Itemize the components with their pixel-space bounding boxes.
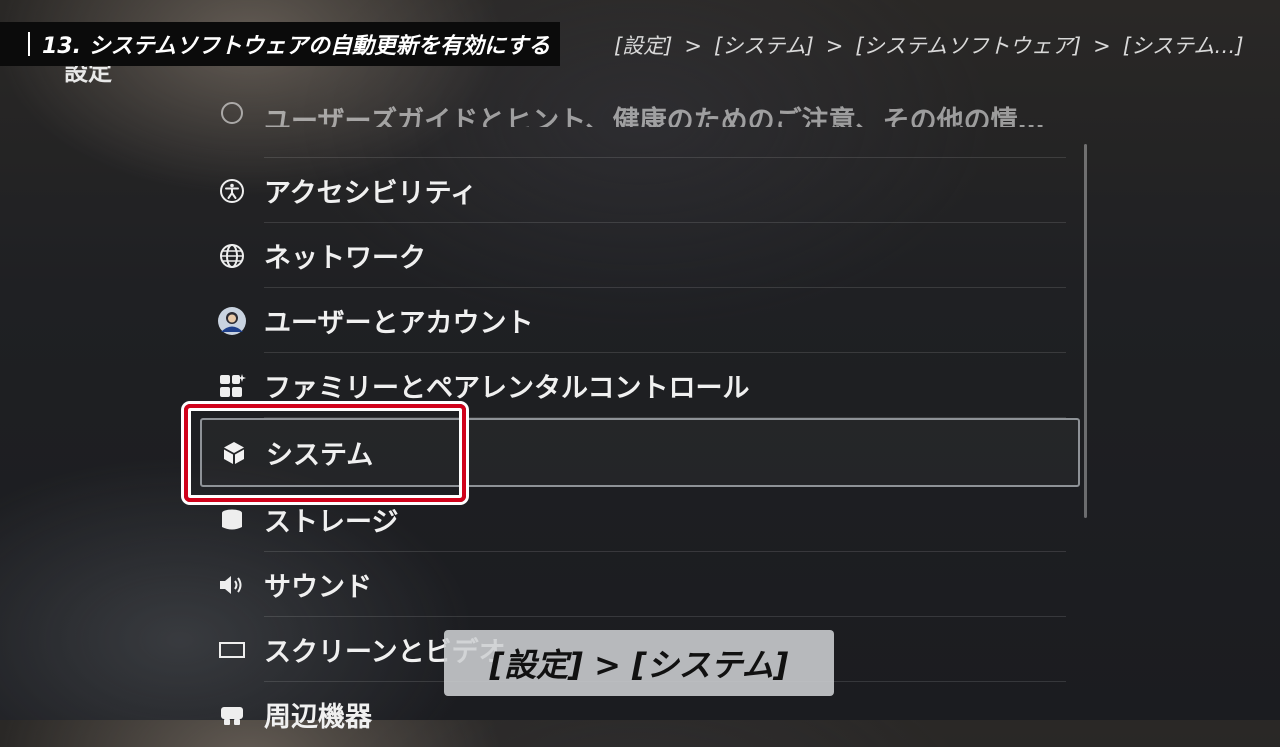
menu-item-label: ユーザーズガイドとヒント、健康のためのご注意、その他の情…: [264, 106, 1045, 127]
caption-box: [設定] > [システム]: [444, 630, 834, 696]
menu-item-user-guide[interactable]: ユーザーズガイドとヒント、健康のためのご注意、その他の情…: [200, 98, 1080, 158]
banner-bar: [28, 32, 30, 56]
screen-icon: [200, 640, 264, 660]
user-avatar-icon: [200, 306, 264, 336]
menu-item-sound[interactable]: サウンド: [200, 552, 1080, 617]
menu-item-label: ユーザーとアカウント: [264, 308, 534, 339]
menu-item-label: ネットワーク: [264, 243, 426, 274]
menu-item-label: 周辺機器: [264, 702, 372, 733]
breadcrumb-item: [システム…]: [1122, 34, 1244, 58]
step-banner: 13. システムソフトウェアの自動更新を有効にする: [0, 22, 560, 66]
peripherals-icon: [200, 703, 264, 727]
accessibility-icon: [200, 178, 264, 204]
breadcrumb: [設定] > [システム] > [システムソフトウェア] > [システム…]: [614, 30, 1244, 60]
menu-item-label: サウンド: [264, 572, 372, 603]
menu-item-users-accounts[interactable]: ユーザーとアカウント: [200, 288, 1080, 353]
breadcrumb-separator: >: [825, 34, 844, 58]
menu-item-accessibility[interactable]: アクセシビリティ: [200, 158, 1080, 223]
speaker-icon: [200, 573, 264, 597]
scrollbar[interactable]: [1084, 144, 1087, 518]
info-icon: [200, 101, 264, 125]
menu-item-label: ストレージ: [264, 507, 399, 538]
breadcrumb-item: [システムソフトウェア]: [855, 34, 1082, 58]
breadcrumb-item: [システム]: [714, 34, 814, 58]
step-title: 13. システムソフトウェアの自動更新を有効にする: [42, 34, 551, 59]
breadcrumb-separator: >: [684, 34, 702, 58]
breadcrumb-item: [設定]: [614, 34, 673, 58]
menu-item-label: アクセシビリティ: [264, 178, 478, 209]
caption-text: [設定] > [システム]: [489, 646, 789, 684]
highlight-box: [184, 404, 466, 502]
family-icon: [200, 372, 264, 400]
menu-item-network[interactable]: ネットワーク: [200, 223, 1080, 288]
storage-icon: [200, 508, 264, 532]
breadcrumb-separator: >: [1093, 34, 1111, 58]
menu-item-label: ファミリーとペアレンタルコントロール: [264, 373, 750, 404]
globe-icon: [200, 243, 264, 269]
